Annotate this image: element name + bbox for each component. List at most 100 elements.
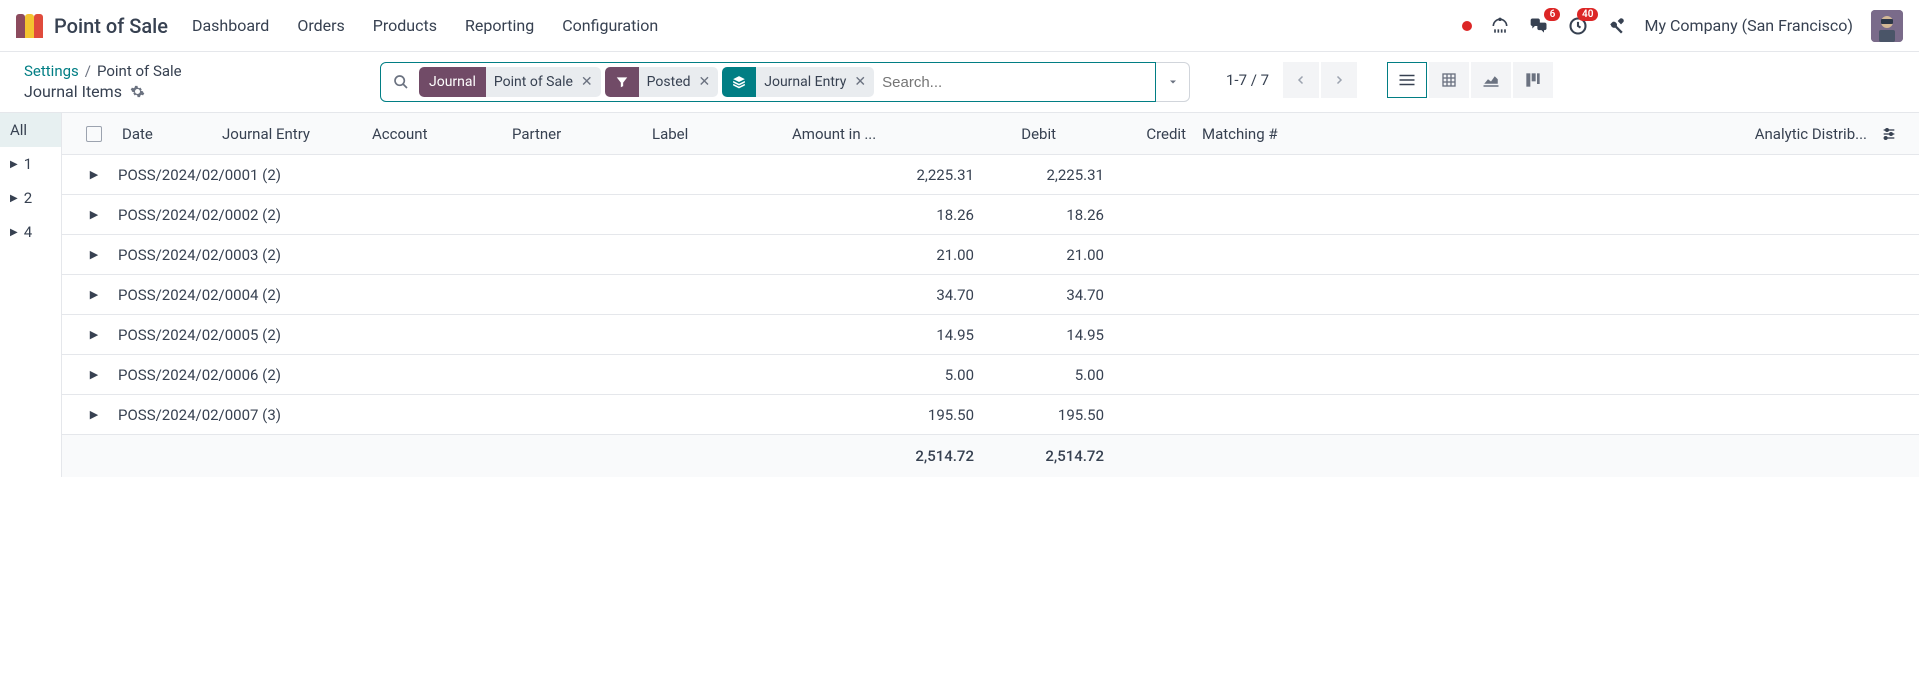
row-credit: 2,225.31: [974, 166, 1104, 184]
table-row[interactable]: ▶ POSS/2024/02/0007 (3) 195.50 195.50: [62, 395, 1919, 435]
search-box[interactable]: Journal Point of Sale ✕ Posted ✕: [380, 62, 1156, 102]
content: All ▶ 1 ▶ 2 ▶ 4 Date Journal Entry Accou…: [0, 112, 1919, 477]
col-account[interactable]: Account: [364, 125, 504, 143]
chip-posted-close-icon[interactable]: ✕: [699, 74, 711, 90]
row-credit: 21.00: [974, 246, 1104, 264]
row-expand-icon[interactable]: ▶: [74, 408, 114, 421]
view-kanban-button[interactable]: [1513, 62, 1553, 98]
messages-icon[interactable]: 6: [1528, 16, 1550, 36]
avatar[interactable]: [1871, 10, 1903, 42]
view-graph-button[interactable]: [1471, 62, 1511, 98]
control-bar: Settings / Point of Sale Journal Items J…: [0, 52, 1919, 112]
breadcrumb: Settings / Point of Sale: [24, 62, 364, 80]
total-credit: 2,514.72: [974, 447, 1104, 465]
row-expand-icon[interactable]: ▶: [74, 328, 114, 341]
row-expand-icon[interactable]: ▶: [74, 288, 114, 301]
nav-menu: Dashboard Orders Products Reporting Conf…: [192, 16, 658, 35]
row-expand-icon[interactable]: ▶: [74, 368, 114, 381]
row-label: POSS/2024/02/0007 (3): [114, 406, 794, 424]
table-header: Date Journal Entry Account Partner Label…: [62, 113, 1919, 155]
row-expand-icon[interactable]: ▶: [74, 208, 114, 221]
table-row[interactable]: ▶ POSS/2024/02/0005 (2) 14.95 14.95: [62, 315, 1919, 355]
row-debit: 14.95: [794, 326, 974, 344]
total-debit: 2,514.72: [794, 447, 974, 465]
row-credit: 195.50: [974, 406, 1104, 424]
search-area: Journal Point of Sale ✕ Posted ✕: [380, 62, 1190, 102]
caret-right-icon: ▶: [10, 227, 18, 238]
table-row[interactable]: ▶ POSS/2024/02/0001 (2) 2,225.31 2,225.3…: [62, 155, 1919, 195]
row-expand-icon[interactable]: ▶: [74, 168, 114, 181]
select-all-checkbox[interactable]: [86, 126, 102, 142]
pager-prev-button[interactable]: [1283, 62, 1319, 98]
pager-next-button[interactable]: [1321, 62, 1357, 98]
row-debit: 18.26: [794, 206, 974, 224]
row-debit: 2,225.31: [794, 166, 974, 184]
pager: 1-7 / 7: [1226, 62, 1357, 98]
row-expand-icon[interactable]: ▶: [74, 248, 114, 261]
col-journal-entry[interactable]: Journal Entry: [214, 125, 364, 143]
sidebar-item-1[interactable]: ▶ 1: [0, 147, 61, 181]
row-debit: 5.00: [794, 366, 974, 384]
search-dropdown-toggle[interactable]: [1156, 62, 1190, 102]
col-label[interactable]: Label: [644, 125, 784, 143]
tools-icon[interactable]: [1606, 16, 1626, 36]
nav-configuration[interactable]: Configuration: [562, 16, 658, 35]
row-debit: 21.00: [794, 246, 974, 264]
view-pivot-button[interactable]: [1429, 62, 1469, 98]
view-list-button[interactable]: [1387, 62, 1427, 98]
groupby-chip-journal-entry: Journal Entry ✕: [722, 67, 874, 97]
topnav-right: 6 40 My Company (San Francisco): [1462, 10, 1903, 42]
caret-right-icon: ▶: [10, 159, 18, 170]
chip-posted-value: Posted: [647, 74, 691, 90]
messages-badge: 6: [1544, 8, 1560, 21]
chip-journal-head: Journal: [419, 67, 486, 97]
table-row[interactable]: ▶ POSS/2024/02/0004 (2) 34.70 34.70: [62, 275, 1919, 315]
col-credit[interactable]: Credit: [1064, 125, 1194, 143]
chip-groupby-close-icon[interactable]: ✕: [854, 74, 866, 90]
phone-icon[interactable]: [1490, 16, 1510, 36]
sidebar: All ▶ 1 ▶ 2 ▶ 4: [0, 113, 62, 477]
filter-icon: [605, 67, 639, 97]
col-date[interactable]: Date: [114, 125, 214, 143]
column-settings-icon[interactable]: [1881, 126, 1911, 142]
row-label: POSS/2024/02/0006 (2): [114, 366, 794, 384]
app-title[interactable]: Point of Sale: [54, 14, 168, 38]
company-name[interactable]: My Company (San Francisco): [1644, 16, 1853, 35]
col-amount[interactable]: Amount in ...: [784, 125, 934, 143]
chip-journal-close-icon[interactable]: ✕: [581, 74, 593, 90]
nav-dashboard[interactable]: Dashboard: [192, 16, 269, 35]
sidebar-item-2[interactable]: ▶ 2: [0, 181, 61, 215]
sidebar-item-4[interactable]: ▶ 4: [0, 215, 61, 249]
chip-journal-value: Point of Sale: [494, 74, 573, 90]
col-analytic[interactable]: Analytic Distrib...: [1304, 125, 1907, 143]
search-icon: [387, 74, 415, 90]
nav-reporting[interactable]: Reporting: [465, 16, 534, 35]
caret-right-icon: ▶: [10, 193, 18, 204]
col-debit[interactable]: Debit: [934, 125, 1064, 143]
table-row[interactable]: ▶ POSS/2024/02/0003 (2) 21.00 21.00: [62, 235, 1919, 275]
app-logo[interactable]: [16, 14, 44, 38]
table-footer: 2,514.72 2,514.72: [62, 435, 1919, 477]
table-row[interactable]: ▶ POSS/2024/02/0002 (2) 18.26 18.26: [62, 195, 1919, 235]
row-debit: 34.70: [794, 286, 974, 304]
pager-text[interactable]: 1-7 / 7: [1226, 71, 1269, 89]
col-matching[interactable]: Matching #: [1194, 125, 1304, 143]
breadcrumb-sep: /: [85, 62, 91, 80]
chip-groupby-value: Journal Entry: [764, 74, 846, 90]
filter-chip-journal: Journal Point of Sale ✕: [419, 67, 601, 97]
view-switcher: [1387, 62, 1553, 98]
sidebar-all[interactable]: All: [0, 113, 61, 147]
status-dot-icon[interactable]: [1462, 21, 1472, 31]
activities-icon[interactable]: 40: [1568, 16, 1588, 36]
nav-orders[interactable]: Orders: [297, 16, 344, 35]
row-credit: 18.26: [974, 206, 1104, 224]
gear-icon[interactable]: [130, 84, 145, 99]
breadcrumb-settings[interactable]: Settings: [24, 62, 79, 80]
table: Date Journal Entry Account Partner Label…: [62, 113, 1919, 477]
page-title: Journal Items: [24, 82, 122, 101]
search-input[interactable]: [878, 74, 1149, 91]
row-debit: 195.50: [794, 406, 974, 424]
nav-products[interactable]: Products: [373, 16, 437, 35]
col-partner[interactable]: Partner: [504, 125, 644, 143]
table-row[interactable]: ▶ POSS/2024/02/0006 (2) 5.00 5.00: [62, 355, 1919, 395]
